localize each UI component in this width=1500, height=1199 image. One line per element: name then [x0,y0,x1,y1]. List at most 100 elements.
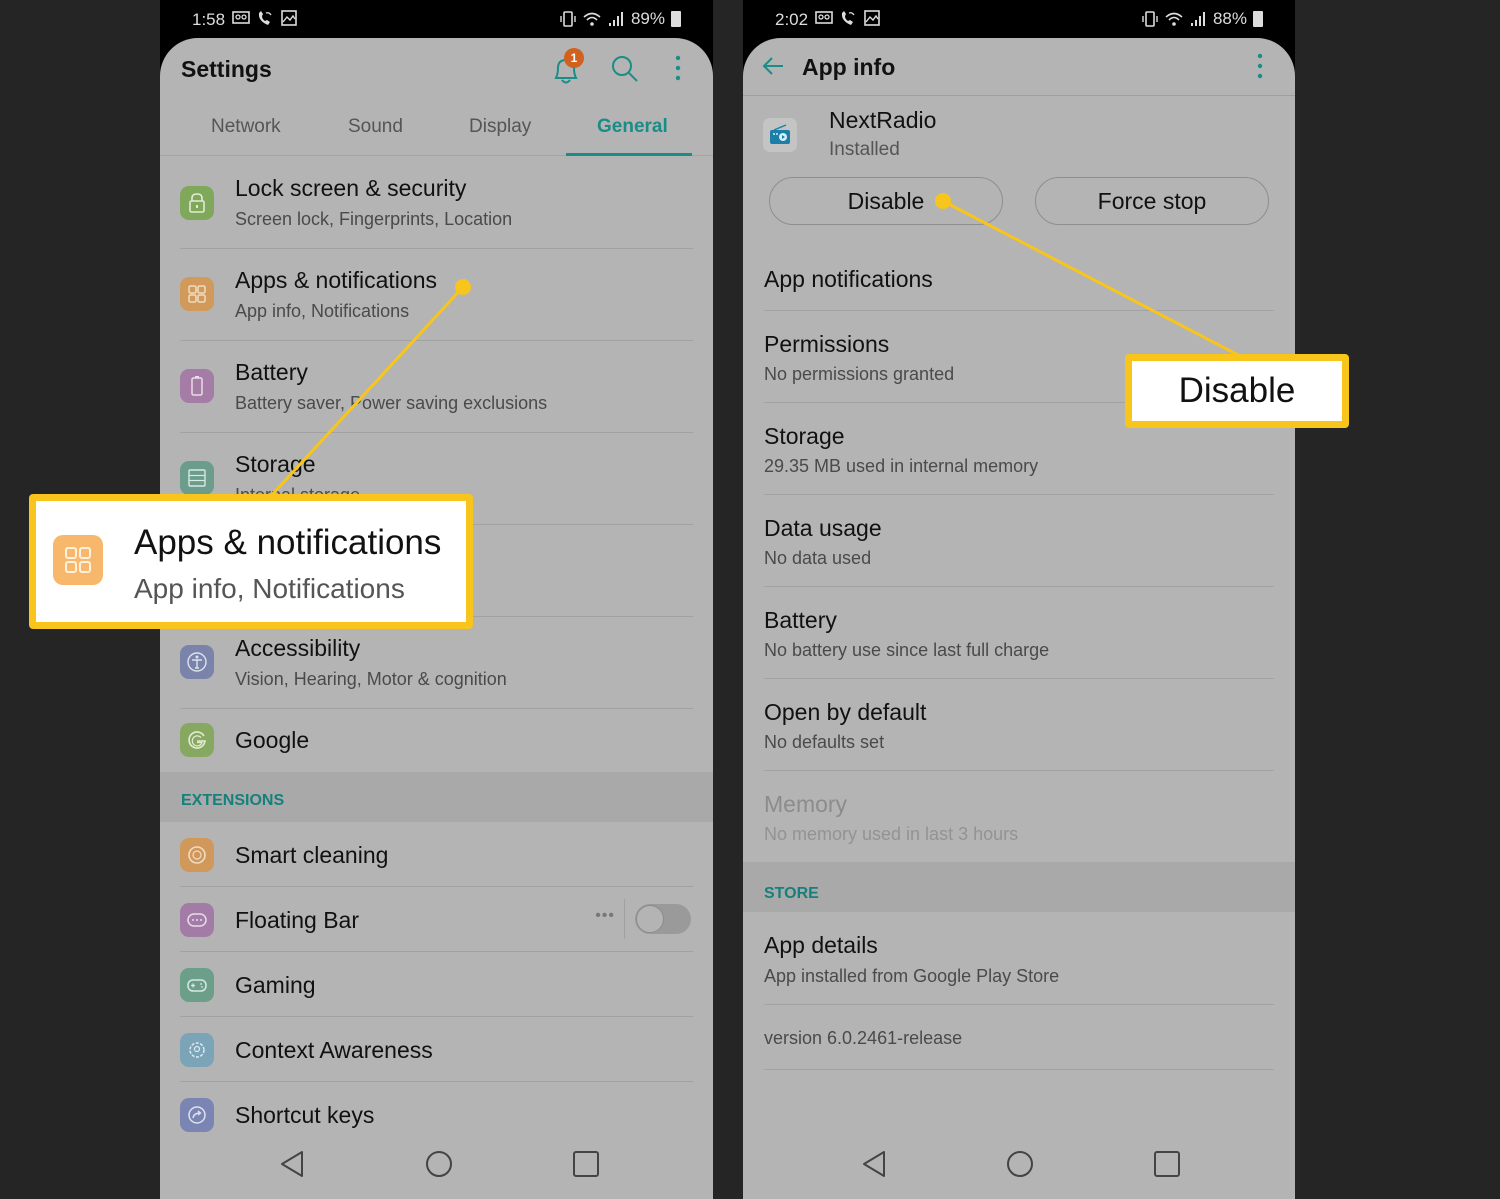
back-arrow-icon[interactable] [761,55,785,77]
floating-bar-toggle[interactable] [635,904,691,934]
vibrate-icon [1142,11,1158,27]
settings-item-lock-screen[interactable]: Lock screen & security Screen lock, Fing… [160,157,713,249]
settings-item-battery[interactable]: Battery Battery saver, Power saving excl… [160,341,713,433]
google-icon [180,723,214,757]
signal-icon [608,12,623,26]
status-time: 2:02 [775,10,809,29]
home-nav-icon[interactable] [424,1149,454,1179]
tab-sound[interactable]: Sound [348,116,403,138]
page-title: App info [802,54,896,80]
item-subtitle: No data used [764,548,872,568]
battery-icon [671,11,681,27]
item-title: Open by default [764,699,927,725]
app-info-item-notifications[interactable]: App notifications [743,241,1295,311]
apps-notifications-callout: Apps & notifications App info, Notificat… [29,494,473,629]
app-version: version 6.0.2461-release [743,1005,1295,1070]
settings-item-apps-notifications[interactable]: Apps & notifications App info, Notificat… [160,249,713,341]
extension-item-context-awareness[interactable]: Context Awareness [160,1017,713,1082]
item-title: Permissions [764,331,890,357]
floating-bar-icon [180,903,214,937]
apps-grid-icon [180,277,214,311]
item-title: Apps & notifications [235,267,438,293]
more-options-icon[interactable] [672,54,684,84]
item-title: Battery [235,359,308,385]
item-subtitle: App installed from Google Play Store [764,966,1060,986]
vibrate-icon [560,11,576,27]
app-info-item-open-by-default[interactable]: Open by default No defaults set [743,679,1295,771]
app-info-item-app-details[interactable]: App details App installed from Google Pl… [743,912,1295,1005]
item-title: Gaming [235,972,316,998]
app-info-screen: App info NextRadio Installed Disable For… [743,38,1295,1199]
item-subtitle: No defaults set [764,732,885,752]
wifi-call-icon [841,11,855,25]
callout-subtitle: App info, Notifications [134,573,405,604]
item-title: App notifications [764,266,933,292]
back-nav-icon[interactable] [278,1149,306,1179]
app-info-item-battery[interactable]: Battery No battery use since last full c… [743,587,1295,679]
recents-nav-icon[interactable] [571,1149,601,1179]
item-title: Floating Bar [235,907,360,933]
voicemail-icon [815,11,833,24]
notifications-button[interactable]: 1 [550,48,584,88]
floating-bar-settings-icon[interactable]: ••• [595,907,615,925]
item-title: Context Awareness [235,1037,433,1063]
item-title: Smart cleaning [235,842,389,868]
divider [764,1069,1274,1070]
version-text: version 6.0.2461-release [764,1028,963,1048]
more-options-icon[interactable] [1254,52,1266,82]
toggle-knob [636,905,664,933]
item-subtitle: Battery saver, Power saving exclusions [235,393,548,413]
extension-item-smart-cleaning[interactable]: Smart cleaning [160,822,713,887]
settings-item-accessibility[interactable]: Accessibility Vision, Hearing, Motor & c… [160,617,713,709]
item-title: Memory [764,791,848,817]
home-nav-icon[interactable] [1005,1149,1035,1179]
wifi-icon [583,12,601,26]
battery-icon [1253,11,1263,27]
image-icon [864,10,880,26]
notification-badge: 1 [564,48,584,68]
app-info-item-memory: Memory No memory used in last 3 hours [743,771,1295,863]
recents-nav-icon[interactable] [1152,1149,1182,1179]
app-info-item-data-usage[interactable]: Data usage No data used [743,495,1295,587]
page-title: Settings [181,56,272,82]
vertical-divider [624,899,625,939]
item-title: Storage [764,423,845,449]
item-title: Lock screen & security [235,175,467,201]
tab-general[interactable]: General [597,116,668,138]
item-title: Google [235,727,310,753]
force-stop-button[interactable]: Force stop [1035,177,1269,225]
storage-icon [180,461,214,495]
extension-item-gaming[interactable]: Gaming [160,952,713,1017]
section-title: EXTENSIONS [181,792,285,809]
battery-icon [180,369,214,403]
gaming-icon [180,968,214,1002]
item-subtitle: Vision, Hearing, Motor & cognition [235,669,507,689]
app-info-phone: 2:02 88% App info NextRadio Installed Di… [743,0,1295,1199]
search-icon[interactable] [610,54,640,84]
extension-item-floating-bar[interactable]: Floating Bar ••• [160,887,713,952]
section-header-store: STORE [743,862,1295,912]
back-nav-icon[interactable] [860,1149,888,1179]
status-bar: 2:02 88% [743,0,1295,38]
tab-display[interactable]: Display [469,116,531,138]
apps-grid-icon [53,535,103,585]
item-subtitle: No permissions granted [764,364,955,384]
app-name: NextRadio [829,107,937,133]
tab-network[interactable]: Network [211,116,281,138]
disable-button[interactable]: Disable [769,177,1003,225]
item-subtitle: Screen lock, Fingerprints, Location [235,209,513,229]
item-subtitle: 29.35 MB used in internal memory [764,456,1039,476]
status-time: 1:58 [192,10,226,29]
item-subtitle: No battery use since last full charge [764,640,1050,660]
active-tab-indicator [566,153,692,156]
item-subtitle: No memory used in last 3 hours [764,824,1019,844]
battery-percent: 89% [630,9,665,28]
section-header-extensions: EXTENSIONS [160,772,713,822]
app-install-status: Installed [829,139,900,160]
accessibility-icon [180,645,214,679]
navigation-bar [743,1135,1295,1199]
image-icon [281,10,297,26]
settings-item-google[interactable]: Google [160,709,713,772]
item-title: Accessibility [235,635,361,661]
voicemail-icon [232,11,250,24]
